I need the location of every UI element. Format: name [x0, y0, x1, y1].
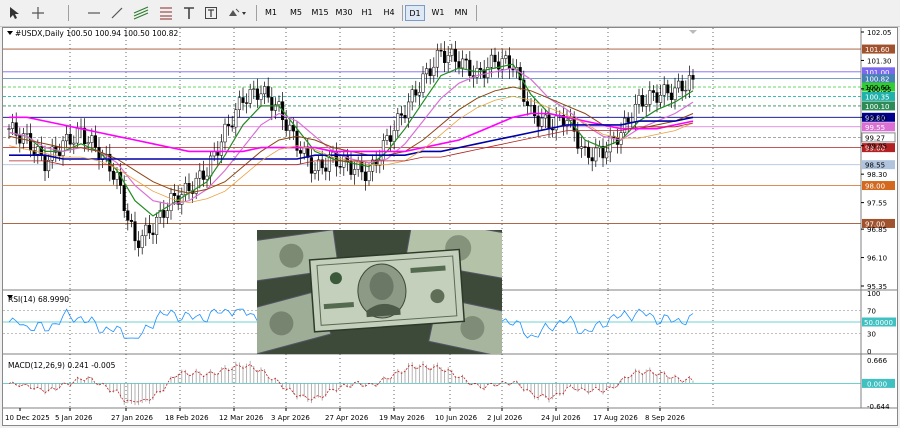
timeframe-h1[interactable]: H1	[358, 5, 376, 21]
timeframe-mn[interactable]: MN	[451, 5, 471, 21]
time-axis-label: 19 May 2026	[379, 414, 425, 422]
time-axis: 10 Dec 2025 5 Jan 2026 27 Jan 2026 18 Feb 2…	[5, 408, 685, 422]
price-tick-label: 101.30	[867, 57, 892, 65]
time-axis-label: 5 Jan 2026	[55, 414, 93, 422]
rsi-axis-label: 30	[867, 331, 876, 339]
fibonacci-icon[interactable]	[158, 4, 174, 22]
level-label: 100.82	[865, 76, 890, 84]
price-chart-canvas[interactable]: 100705030050.0000 0.6660.000-0.6440.000 …	[3, 28, 897, 425]
macd-header: MACD(12,26,9) 0.241 -0.005	[8, 361, 116, 370]
price-tick-label: 97.55	[867, 200, 887, 208]
level-label: 100.35	[865, 93, 890, 101]
chart-window[interactable]: 100705030050.0000 0.6660.000-0.6440.000 …	[2, 27, 898, 426]
price-tick-label: 102.05	[867, 29, 892, 37]
macd-axis-label: 0.666	[867, 357, 888, 365]
chart-header: #USDX,Daily 100.50 100.94 100.50 100.82	[15, 29, 179, 38]
timeframe-m30[interactable]: M30	[333, 5, 355, 21]
time-axis-label: 27 Jan 2026	[111, 414, 154, 422]
time-axis-label: 24 Jul 2026	[541, 414, 581, 422]
timeframe-m15[interactable]: M15	[309, 5, 331, 21]
toolbar: M1 M5 M15 M30 H1 H4 D1 W1 MN	[0, 0, 900, 27]
time-axis-label: 10 Dec 2025	[5, 414, 50, 422]
timeframe-d1[interactable]: D1	[405, 5, 425, 21]
trendline-icon[interactable]	[109, 4, 125, 22]
level-label: 101.60	[865, 46, 890, 54]
level-label: 98.00	[865, 183, 885, 191]
level-label: 100.10	[865, 103, 890, 111]
time-axis-label: 3 Apr 2026	[271, 414, 310, 422]
crosshair-icon[interactable]	[30, 4, 46, 22]
time-axis-label: 2 Jul 2026	[487, 414, 523, 422]
macd-level-label: 0.000	[867, 380, 887, 388]
price-axis: 101.60101.00100.82100.60100.35100.1099.8…	[861, 29, 896, 291]
rsi-header: RSI(14) 68.9990	[8, 295, 69, 304]
rsi-axis-label: 70	[867, 307, 876, 315]
macd-axis-label: -0.644	[867, 403, 890, 411]
level-label: 98.55	[865, 162, 885, 170]
text-tool-icon[interactable]	[181, 4, 197, 22]
price-tick-label: 99.05	[867, 143, 887, 151]
text-label-icon[interactable]	[203, 4, 219, 22]
shapes-dropdown-icon[interactable]	[226, 4, 248, 22]
macd-pane: 0.6660.000-0.6440.000	[3, 357, 895, 411]
price-tick-label: 96.85	[867, 226, 887, 234]
timeframe-m1[interactable]: M1	[263, 5, 279, 21]
time-axis-label: 12 Mar 2026	[219, 414, 264, 422]
dollar-bills-photo	[257, 230, 502, 354]
rsi-level-label: 50.0000	[864, 319, 893, 327]
time-axis-label: 8 Sep 2026	[645, 414, 685, 422]
time-axis-label: 18 Feb 2026	[165, 414, 209, 422]
price-tick-label: 100.55	[867, 86, 892, 94]
timeframe-m5[interactable]: M5	[287, 5, 305, 21]
channel-icon[interactable]	[132, 4, 150, 22]
horizontal-line-icon[interactable]	[86, 4, 102, 22]
time-axis-label: 10 Jun 2026	[435, 414, 478, 422]
price-tick-label: 98.30	[867, 171, 887, 179]
price-tick-label: 95.35	[867, 283, 887, 291]
cursor-icon[interactable]	[6, 4, 22, 22]
level-label: 99.27	[865, 134, 885, 142]
timeframe-h4[interactable]: H4	[380, 5, 398, 21]
price-tick-label: 99.80	[867, 114, 887, 122]
time-axis-label: 17 Aug 2026	[593, 414, 638, 422]
timeframe-w1[interactable]: W1	[429, 5, 447, 21]
level-label: 99.55	[865, 124, 885, 132]
price-tick-label: 96.10	[867, 255, 887, 263]
rsi-axis-label: 100	[867, 290, 880, 298]
rsi-axis-label: 0	[867, 348, 871, 356]
time-axis-label: 27 Apr 2026	[325, 414, 369, 422]
